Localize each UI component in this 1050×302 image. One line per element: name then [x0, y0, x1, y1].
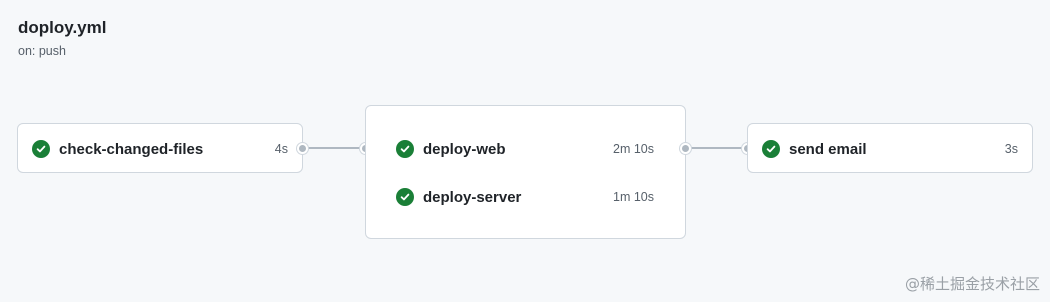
- job-duration: 3s: [1004, 142, 1018, 156]
- job-name: check-changed-files: [59, 140, 204, 158]
- job-check-changed-files[interactable]: check-changed-files 4s: [18, 137, 302, 161]
- check-circle-icon: [396, 188, 414, 206]
- job-duration: 1m 10s: [613, 190, 654, 204]
- check-circle-icon: [32, 140, 50, 158]
- job-name: send email: [789, 140, 867, 158]
- connector-line: [686, 147, 748, 149]
- job-duration: 2m 10s: [613, 142, 654, 156]
- job-send-email[interactable]: send email 3s: [748, 137, 1032, 161]
- job-name: deploy-web: [423, 140, 506, 158]
- connector-line: [303, 147, 366, 149]
- job-card-deploy-group: deploy-web 2m 10s deploy-server 1m 10s: [365, 105, 686, 239]
- job-deploy-web[interactable]: deploy-web 2m 10s: [366, 137, 685, 161]
- check-circle-icon: [396, 140, 414, 158]
- connector-dot: [297, 143, 308, 154]
- check-circle-icon: [762, 140, 780, 158]
- workflow-trigger: on: push: [18, 44, 66, 58]
- workflow-title[interactable]: doploy.yml: [18, 17, 106, 39]
- connector-dot: [680, 143, 691, 154]
- watermark: @稀土掘金技术社区: [904, 275, 1040, 293]
- job-card-check-changed-files: check-changed-files 4s: [17, 123, 303, 173]
- job-card-send-email: send email 3s: [747, 123, 1033, 173]
- job-duration: 4s: [274, 142, 288, 156]
- job-deploy-server[interactable]: deploy-server 1m 10s: [366, 185, 685, 209]
- job-name: deploy-server: [423, 188, 522, 206]
- workflow-header: doploy.yml on: push: [18, 17, 106, 59]
